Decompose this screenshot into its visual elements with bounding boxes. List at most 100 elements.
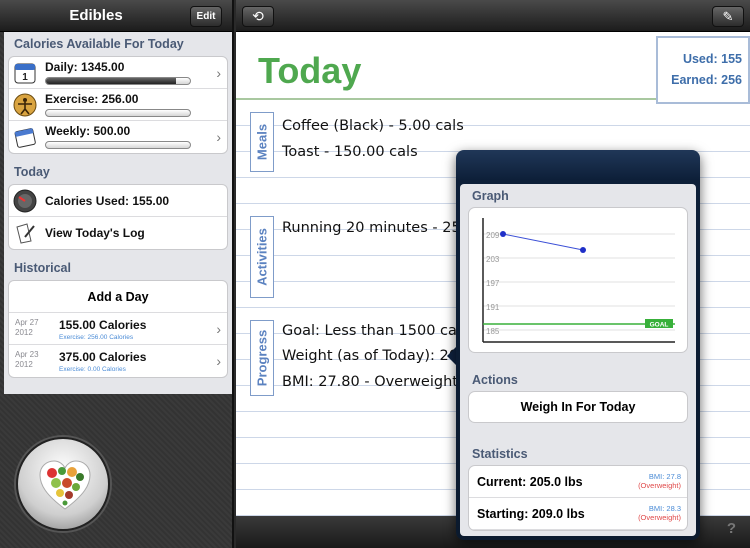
weekly-label: Weekly: 500.00 bbox=[45, 124, 131, 138]
history-date-year: 2012 bbox=[15, 360, 33, 369]
daily-progress-bar bbox=[45, 77, 191, 85]
weekly-row[interactable]: Weekly: 500.00 › bbox=[9, 121, 227, 153]
today-group: Calories Used: 155.00 View Today's Log bbox=[8, 184, 228, 250]
historical-header: Historical bbox=[14, 261, 71, 275]
history-exercise: Exercise: 256.00 Calories bbox=[59, 334, 134, 341]
series-line bbox=[502, 233, 584, 251]
y-tick-label: 185 bbox=[486, 327, 500, 336]
stat-bmi: BMI: 28.3 (Overweight) bbox=[638, 504, 681, 522]
heart-icon bbox=[39, 460, 91, 510]
daily-row[interactable]: 1 Daily: 1345.00 › bbox=[9, 57, 227, 89]
daily-progress-fill bbox=[46, 78, 176, 84]
log-icon bbox=[16, 223, 35, 244]
meal-entry[interactable]: Coffee (Black) - 5.00 cals bbox=[282, 118, 464, 134]
data-point bbox=[500, 231, 506, 237]
sidebar-toolbar: Edibles Edit bbox=[0, 0, 232, 32]
compose-icon: ✎ bbox=[722, 9, 734, 24]
vitruvian-man-icon bbox=[13, 93, 37, 117]
stat-label: Starting: 209.0 lbs bbox=[477, 507, 585, 521]
edit-button[interactable]: Edit bbox=[190, 6, 222, 27]
data-point bbox=[580, 247, 586, 253]
view-log-label: View Today's Log bbox=[45, 226, 145, 240]
exercise-label: Exercise: 256.00 bbox=[45, 92, 139, 106]
stat-bmi-value: BMI: 28.3 bbox=[648, 504, 681, 513]
calories-used-row[interactable]: Calories Used: 155.00 bbox=[9, 185, 227, 217]
meal-entry[interactable]: Toast - 150.00 cals bbox=[282, 144, 418, 160]
popover-content: Graph 209 203 197 191 185 GOAL Actions Weigh … bbox=[460, 184, 696, 536]
progress-entry: Weight (as of Today): 205 bbox=[282, 348, 468, 364]
exercise-progress-bar bbox=[45, 109, 191, 117]
stat-row-current: Current: 205.0 lbs BMI: 27.8 (Overweight) bbox=[469, 466, 687, 498]
progress-entry: BMI: 27.80 - Overweight bbox=[282, 374, 458, 390]
sidebar: Edibles Edit Calories Available For Toda… bbox=[0, 0, 234, 548]
graph-header: Graph bbox=[472, 189, 509, 203]
view-log-row[interactable]: View Today's Log bbox=[9, 217, 227, 249]
refresh-button[interactable]: ⟲ bbox=[242, 6, 274, 27]
historical-group: Add a Day Apr 27 2012 155.00 Calories Exe… bbox=[8, 280, 228, 378]
stat-bmi: BMI: 27.8 (Overweight) bbox=[638, 472, 681, 490]
y-tick-label: 203 bbox=[486, 255, 500, 264]
weekly-calendar-icon bbox=[14, 128, 36, 148]
weight-popover: Graph 209 203 197 191 185 GOAL Actions Weigh … bbox=[456, 150, 700, 540]
history-exercise: Exercise: 0.00 Calories bbox=[59, 366, 126, 373]
weight-chart: 209 203 197 191 185 GOAL bbox=[482, 218, 675, 343]
main-toolbar: ⟲ ✎ bbox=[236, 0, 750, 32]
app-title: Edibles bbox=[69, 7, 123, 24]
history-row[interactable]: Apr 23 2012 375.00 Calories Exercise: 0.0… bbox=[9, 345, 227, 377]
chevron-right-icon: › bbox=[216, 353, 221, 369]
weight-graph: 209 203 197 191 185 GOAL bbox=[468, 207, 688, 353]
weekly-progress-bar bbox=[45, 141, 191, 149]
history-date-day: Apr 27 bbox=[15, 318, 39, 327]
calendar-icon: 1 bbox=[14, 63, 36, 84]
gauge-icon bbox=[13, 189, 37, 213]
stat-bmi-status: (Overweight) bbox=[638, 481, 681, 490]
compose-button[interactable]: ✎ bbox=[712, 6, 744, 27]
app-logo-button[interactable] bbox=[16, 437, 110, 531]
statistics-header: Statistics bbox=[472, 447, 528, 461]
progress-tag-label: Progress bbox=[254, 329, 270, 387]
add-day-button[interactable]: Add a Day bbox=[9, 281, 227, 313]
statistics-list: Current: 205.0 lbs BMI: 27.8 (Overweight)… bbox=[468, 465, 688, 531]
history-calories: 155.00 Calories bbox=[59, 318, 147, 332]
stat-bmi-status: (Overweight) bbox=[638, 513, 681, 522]
exercise-row[interactable]: Exercise: 256.00 bbox=[9, 89, 227, 121]
progress-tag[interactable]: Progress bbox=[250, 320, 274, 396]
history-calories: 375.00 Calories bbox=[59, 350, 147, 364]
daily-label: Daily: 1345.00 bbox=[45, 60, 125, 74]
page-title: Today bbox=[258, 50, 362, 91]
weigh-in-button[interactable]: Weigh In For Today bbox=[468, 391, 688, 423]
history-date-day: Apr 23 bbox=[15, 350, 39, 359]
actions-header: Actions bbox=[472, 373, 518, 387]
refresh-icon: ⟲ bbox=[252, 8, 264, 24]
y-tick-label: 191 bbox=[486, 303, 500, 312]
used-earned-box: Used: 155 Earned: 256 bbox=[656, 36, 750, 104]
stat-label: Current: 205.0 lbs bbox=[477, 475, 583, 489]
chevron-right-icon: › bbox=[216, 65, 221, 81]
meals-tag[interactable]: Meals bbox=[250, 112, 274, 172]
sidebar-panel: Calories Available For Today 1 Daily: 13… bbox=[4, 32, 232, 394]
help-button[interactable]: ? bbox=[727, 520, 736, 537]
history-row[interactable]: Apr 27 2012 155.00 Calories Exercise: 256… bbox=[9, 313, 227, 345]
available-group: 1 Daily: 1345.00 › Exercise: 256.00 Week… bbox=[8, 56, 228, 154]
chevron-right-icon: › bbox=[216, 321, 221, 337]
y-tick-label: 209 bbox=[486, 231, 500, 240]
stat-bmi-value: BMI: 27.8 bbox=[648, 472, 681, 481]
history-date: Apr 27 2012 bbox=[15, 318, 55, 338]
svg-text:1: 1 bbox=[22, 72, 28, 83]
activities-tag[interactable]: Activities bbox=[250, 216, 274, 298]
stat-row-starting: Starting: 209.0 lbs BMI: 28.3 (Overweight… bbox=[469, 498, 687, 530]
goal-label: GOAL bbox=[650, 322, 669, 329]
calories-used-label: Calories Used: 155.00 bbox=[45, 194, 170, 208]
activity-entry[interactable]: Running 20 minutes - 256 bbox=[282, 220, 470, 236]
meals-tag-label: Meals bbox=[254, 123, 270, 161]
y-tick-label: 197 bbox=[486, 279, 500, 288]
used-value: Used: 155 bbox=[682, 52, 742, 66]
available-header: Calories Available For Today bbox=[14, 37, 184, 51]
activities-tag-label: Activities bbox=[254, 228, 270, 286]
history-date: Apr 23 2012 bbox=[15, 350, 55, 370]
chevron-right-icon: › bbox=[216, 129, 221, 145]
today-header: Today bbox=[14, 165, 50, 179]
history-date-year: 2012 bbox=[15, 328, 33, 337]
progress-entry: Goal: Less than 1500 cals bbox=[282, 323, 469, 339]
earned-value: Earned: 256 bbox=[671, 73, 742, 87]
